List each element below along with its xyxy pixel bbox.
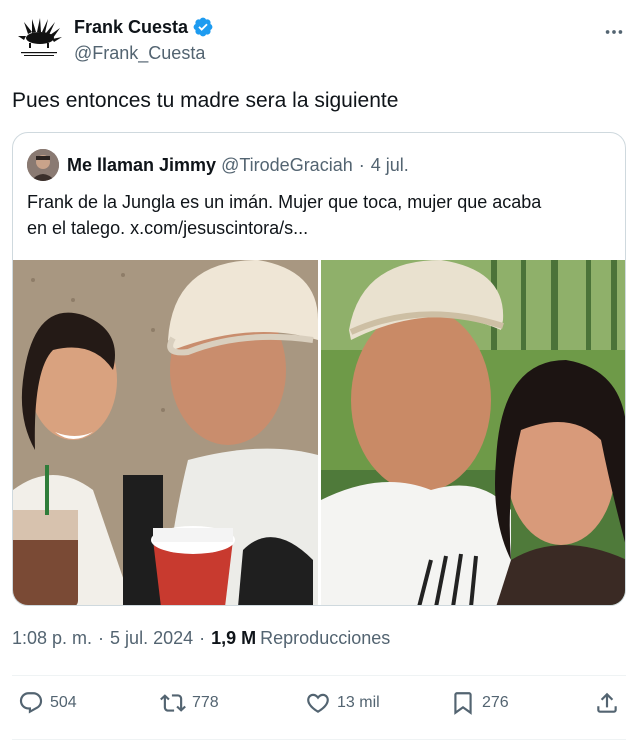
divider	[12, 675, 626, 676]
tweet-date[interactable]: 5 jul. 2024	[110, 628, 193, 649]
quoted-separator: ·	[358, 154, 365, 175]
like-count: 13 mil	[337, 694, 380, 711]
more-options-button[interactable]	[602, 20, 626, 44]
quoted-date[interactable]: 4 jul.	[371, 155, 409, 176]
selfie-left-illustration	[13, 260, 318, 605]
share-button[interactable]	[594, 690, 620, 716]
retweet-icon	[160, 694, 186, 712]
views-count: 1,9 M	[211, 628, 257, 648]
quoted-display-name[interactable]: Me llaman Jimmy	[67, 155, 216, 176]
porcupine-logo-icon	[18, 18, 62, 56]
bookmark-count: 276	[482, 694, 509, 711]
heart-icon	[307, 693, 329, 713]
quoted-media[interactable]	[13, 260, 625, 605]
author-avatar[interactable]	[14, 14, 64, 64]
share-icon	[597, 692, 617, 713]
quoted-handle[interactable]: @TirodeGraciah	[221, 155, 353, 176]
bookmark-icon	[454, 692, 472, 715]
quoted-text-line-2[interactable]: en el talego. x.com/jesuscintora/s...	[27, 215, 617, 241]
selfie-image-right[interactable]	[321, 260, 625, 605]
retweet-count: 778	[192, 694, 219, 711]
selfie-image-left[interactable]	[13, 260, 318, 605]
tweet-text: Pues entonces tu madre sera la siguiente	[12, 89, 399, 112]
selfie-right-illustration	[321, 260, 625, 605]
quoted-tweet-text: Frank de la Jungla es un imán. Mujer que…	[27, 189, 617, 241]
bookmark-button[interactable]: 276	[450, 690, 509, 716]
meta-separator: ·	[98, 628, 105, 648]
author-name-row: Frank Cuesta	[74, 16, 214, 38]
quoted-text-line-1: Frank de la Jungla es un imán. Mujer que…	[27, 192, 542, 212]
like-button[interactable]: 13 mil	[305, 690, 380, 716]
quoted-tweet-header: Me llaman Jimmy @TirodeGraciah · 4 jul.	[27, 149, 409, 181]
tweet-meta: 1:08 p. m. · 5 jul. 2024 · 1,9 M Reprodu…	[12, 628, 390, 649]
quoted-author-avatar[interactable]	[27, 149, 59, 181]
tweet-actions: 504 778 13 mil 276	[0, 690, 636, 724]
divider	[12, 739, 626, 740]
person-avatar-icon	[27, 149, 59, 181]
verified-badge-icon[interactable]	[192, 16, 214, 38]
tweet-header: Frank Cuesta @Frank_Cuesta	[14, 12, 626, 72]
views-label: Reproducciones	[260, 628, 391, 648]
reply-count: 504	[50, 694, 77, 711]
meta-separator: ·	[199, 628, 206, 648]
tweet-time[interactable]: 1:08 p. m.	[12, 628, 92, 649]
author-display-name[interactable]: Frank Cuesta	[74, 17, 188, 38]
reply-button[interactable]: 504	[18, 690, 77, 716]
author-handle[interactable]: @Frank_Cuesta	[74, 43, 205, 64]
retweet-button[interactable]: 778	[160, 690, 219, 716]
more-dots-icon	[605, 30, 623, 34]
quoted-tweet-card[interactable]: Me llaman Jimmy @TirodeGraciah · 4 jul. …	[12, 132, 626, 606]
reply-icon	[19, 692, 43, 714]
